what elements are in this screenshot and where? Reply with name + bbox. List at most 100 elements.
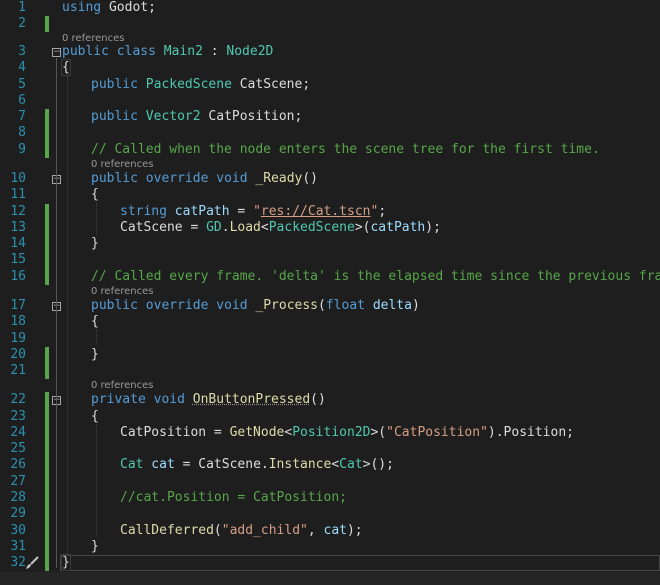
type-name: Cat <box>120 457 144 472</box>
type-name: PackedScene <box>145 77 232 92</box>
type-name: Node2D <box>226 44 274 59</box>
line-number: 18 <box>10 314 26 329</box>
code-line[interactable]: Cat cat = CatScene.Instance<Cat>(); <box>120 457 394 473</box>
code-text: >( <box>354 220 371 235</box>
code-line[interactable]: { <box>91 314 99 330</box>
code-line[interactable]: public PackedScene CatScene; <box>91 77 310 93</box>
code-line[interactable]: using Godot; <box>62 0 156 16</box>
code-line[interactable]: public class Main2 : Node2D <box>62 44 273 60</box>
line-number: 23 <box>10 409 26 424</box>
line-number: 32 <box>10 555 26 570</box>
keyword: public <box>91 171 138 186</box>
fold-toggle-icon[interactable]: − <box>52 48 61 57</box>
field-name: CatPosition; <box>200 109 303 124</box>
change-bar <box>45 347 49 379</box>
parameter: delta <box>372 298 412 313</box>
variable: cat <box>323 523 347 538</box>
code-text: CatPosition = <box>120 425 230 440</box>
line-number: 29 <box>10 506 26 521</box>
line-number: 30 <box>10 523 26 538</box>
line-number: 22 <box>10 392 26 407</box>
codelens-references[interactable]: 0 references <box>91 286 154 298</box>
line-number: 11 <box>10 187 26 202</box>
line-number: 17 <box>10 298 26 313</box>
keyword: void <box>153 392 185 407</box>
code-text: >(); <box>362 457 394 472</box>
code-text: () <box>310 392 326 407</box>
code-text: ).Position; <box>487 425 574 440</box>
keyword: class <box>116 44 156 59</box>
text-cursor <box>69 555 71 570</box>
line-number: 4 <box>18 60 26 75</box>
brace: { <box>91 314 99 329</box>
code-text: Godot; <box>101 0 156 15</box>
code-line[interactable]: string catPath = "res://Cat.tscn"; <box>120 204 386 220</box>
type-name: Position2D <box>292 425 371 440</box>
horizontal-scrollbar[interactable] <box>0 572 660 585</box>
fold-line <box>56 58 57 568</box>
code-line[interactable]: { <box>91 187 99 203</box>
code-line[interactable]: private void OnButtonPressed() <box>91 392 326 408</box>
code-text: ; <box>378 204 387 219</box>
code-editor[interactable]: 1 2 3 4 5 6 7 8 9 10 11 12 13 14 15 16 1… <box>0 0 660 585</box>
code-line[interactable]: public Vector2 CatPosition; <box>91 109 302 125</box>
code-text: ( <box>318 298 326 313</box>
string-literal: " <box>253 204 261 219</box>
keyword: using <box>62 0 102 15</box>
line-number: 13 <box>10 220 26 235</box>
variable: cat <box>143 457 175 472</box>
line-number: 7 <box>18 109 26 124</box>
code-text: CatScene = <box>120 220 207 235</box>
code-line[interactable]: //cat.Position = CatPosition; <box>120 490 347 506</box>
field-name: CatScene; <box>231 77 311 92</box>
keyword: string <box>120 204 167 219</box>
keyword: public <box>91 109 138 124</box>
code-line[interactable]: } <box>61 554 71 571</box>
code-line[interactable]: { <box>91 409 99 425</box>
indent-guide <box>96 330 97 346</box>
code-line[interactable]: } <box>91 236 99 252</box>
code-text: . <box>221 220 230 235</box>
keyword: public <box>91 77 138 92</box>
indent-guide <box>96 424 97 538</box>
method-name: CallDeferred <box>120 523 214 538</box>
line-number: 28 <box>10 490 26 505</box>
string-literal: "add_child" <box>221 523 308 538</box>
code-text: < <box>260 220 269 235</box>
code-line[interactable]: // Called every frame. 'delta' is the el… <box>91 269 660 285</box>
brace: { <box>61 59 71 76</box>
code-line[interactable]: public override void _Process(float delt… <box>91 298 420 314</box>
code-line[interactable]: CatScene = GD.Load<PackedScene>(catPath)… <box>120 220 441 236</box>
comment: //cat.Position = CatPosition; <box>120 490 347 505</box>
method-name: _Ready <box>255 171 303 186</box>
type-name: Vector2 <box>145 109 201 124</box>
code-line[interactable]: public override void _Ready() <box>91 171 318 187</box>
line-number: 5 <box>18 77 26 92</box>
line-number: 19 <box>10 331 26 346</box>
code-line[interactable]: // Called when the node enters the scene… <box>91 142 600 158</box>
codelens-references[interactable]: 0 references <box>91 159 154 171</box>
line-number: 3 <box>18 44 26 59</box>
indent-guide <box>96 203 97 235</box>
line-number: 12 <box>10 204 26 219</box>
current-line-highlight <box>60 555 660 571</box>
code-text: ); <box>425 220 441 235</box>
string-literal-link[interactable]: res://Cat.tscn <box>261 204 371 219</box>
line-number: 25 <box>10 441 26 456</box>
code-line[interactable]: } <box>91 347 99 363</box>
code-line[interactable]: } <box>91 539 99 555</box>
code-line[interactable]: CatPosition = GetNode<Position2D>("CatPo… <box>120 425 574 441</box>
line-number: 6 <box>18 93 26 108</box>
code-line[interactable]: CallDeferred("add_child", cat); <box>120 523 363 539</box>
code-line[interactable]: { <box>61 59 71 76</box>
codelens-references[interactable]: 0 references <box>91 380 154 392</box>
brace: } <box>91 236 99 251</box>
keyword: void <box>216 171 248 186</box>
paintbrush-icon[interactable] <box>25 556 41 570</box>
string-literal: "CatPosition" <box>386 425 488 440</box>
code-text: = CatScene. <box>174 457 269 472</box>
line-number: 2 <box>18 16 26 31</box>
line-number: 24 <box>10 425 26 440</box>
line-number: 20 <box>10 347 26 362</box>
code-text: < <box>331 457 340 472</box>
